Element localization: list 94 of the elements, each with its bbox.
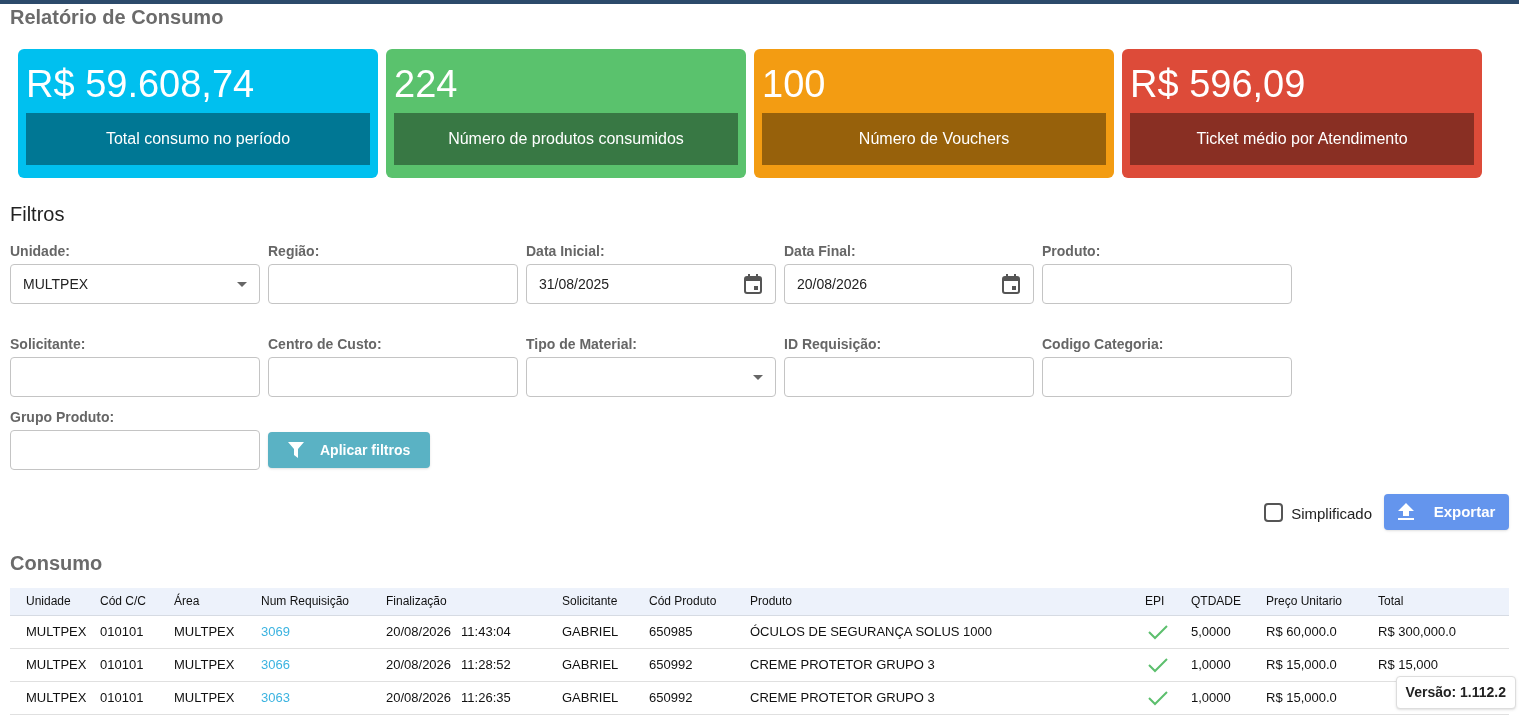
field-label: Centro de Custo: xyxy=(268,335,383,354)
dropdown[interactable]: MULTPEX xyxy=(10,264,260,304)
table-cell: MULTPEX xyxy=(174,615,261,648)
table-cell: GABRIEL xyxy=(562,648,649,681)
stat-label: Número de Vouchers xyxy=(762,113,1106,165)
field-label: Região: xyxy=(268,242,321,261)
table-cell: 650992 xyxy=(649,648,750,681)
column-header: Num Requisição xyxy=(261,588,386,615)
caret-icon xyxy=(237,281,247,287)
calendar-icon[interactable] xyxy=(743,273,763,295)
field-label: Tipo de Material: xyxy=(526,335,638,354)
column-header: Finalização xyxy=(386,588,562,615)
column-header: Preço Unitario xyxy=(1266,588,1378,615)
table-cell: 1,0000 xyxy=(1191,648,1266,681)
column-header: Cód Produto xyxy=(649,588,750,615)
table-title: Consumo xyxy=(9,551,104,575)
apply-filters-button[interactable]: Aplicar filtros xyxy=(268,432,431,468)
table-cell: MULTPEX xyxy=(10,681,100,714)
input-field[interactable] xyxy=(10,430,260,470)
date-text: 20/08/2026 xyxy=(386,689,452,705)
field-label: Solicitante: xyxy=(10,335,87,354)
table-cell: MULTPEX xyxy=(174,681,261,714)
calendar-icon[interactable] xyxy=(1001,273,1021,295)
stat-label: Total consumo no período xyxy=(26,113,370,165)
time-text: 11:26:35 xyxy=(461,689,511,705)
time-text: 11:28:52 xyxy=(461,656,511,672)
field-label: Data Final: xyxy=(784,242,857,261)
date-value: 31/08/2025 xyxy=(539,275,610,294)
dropdown[interactable] xyxy=(526,357,776,397)
filters-title: Filtros xyxy=(10,202,66,226)
input-field[interactable] xyxy=(1042,264,1292,304)
upload-icon xyxy=(1397,503,1414,521)
table-cell: MULTPEX xyxy=(10,648,100,681)
field-label: Data Inicial: xyxy=(526,242,606,261)
column-header: Área xyxy=(174,588,261,615)
table-cell: 1,0000 xyxy=(1191,681,1266,714)
checkbox[interactable] xyxy=(1264,502,1284,522)
stat-value: 100 xyxy=(762,63,827,107)
table-cell: GABRIEL xyxy=(562,615,649,648)
table-cell: 010101 xyxy=(100,681,174,714)
input-field[interactable] xyxy=(10,357,260,397)
stat-value: 224 xyxy=(394,63,459,107)
column-header: Cód C/C xyxy=(100,588,174,615)
stat-label: Número de produtos consumidos xyxy=(394,113,738,165)
table-cell: R$ 15,000.0 xyxy=(1266,681,1378,714)
export-button[interactable]: Exportar xyxy=(1384,494,1509,530)
field-label: Grupo Produto: xyxy=(10,408,116,427)
table-cell: 010101 xyxy=(100,615,174,648)
field-label: Unidade: xyxy=(10,242,71,261)
input-field[interactable] xyxy=(1042,357,1292,397)
column-header: EPI xyxy=(1145,588,1191,615)
table-cell: ÓCULOS DE SEGURANÇA SOLUS 1000 xyxy=(750,615,1145,648)
input-field[interactable] xyxy=(784,357,1034,397)
table-cell: R$ 15,000 xyxy=(1378,656,1438,672)
table-cell: 5,0000 xyxy=(1191,615,1266,648)
stat-value: R$ 59.608,74 xyxy=(26,63,256,107)
table-cell: 650992 xyxy=(649,681,750,714)
field-label: Codigo Categoria: xyxy=(1042,335,1165,354)
column-header: Unidade xyxy=(10,588,100,615)
dropdown-value: MULTPEX xyxy=(23,275,89,294)
table-cell: 650985 xyxy=(649,615,750,648)
column-header: Total xyxy=(1378,588,1509,615)
caret-icon xyxy=(753,374,763,380)
table-cell: R$ 15,000.0 xyxy=(1266,648,1378,681)
input-field[interactable] xyxy=(268,357,518,397)
table-cell: GABRIEL xyxy=(562,681,649,714)
date-field[interactable]: 20/08/2026 xyxy=(784,264,1034,304)
date-value: 20/08/2026 xyxy=(797,275,868,294)
table-cell: MULTPEX xyxy=(174,648,261,681)
checkbox-label: Simplificado xyxy=(1291,503,1372,524)
requisition-link[interactable]: 3063 xyxy=(261,689,290,705)
date-text: 20/08/2026 xyxy=(386,623,452,639)
time-text: 11:43:04 xyxy=(461,623,511,639)
date-text: 20/08/2026 xyxy=(386,656,452,672)
input-field[interactable] xyxy=(268,264,518,304)
version-badge: Versão: 1.112.2 xyxy=(1395,676,1516,709)
table-cell: 010101 xyxy=(100,648,174,681)
stat-label: Ticket médio por Atendimento xyxy=(1130,113,1474,165)
requisition-link[interactable]: 3069 xyxy=(261,623,290,639)
column-header: Solicitante xyxy=(562,588,649,615)
filter-icon xyxy=(288,442,304,458)
date-field[interactable]: 31/08/2025 xyxy=(526,264,776,304)
stat-value: R$ 596,09 xyxy=(1130,63,1307,107)
field-label: ID Requisição: xyxy=(784,335,883,354)
table-cell: R$ 60,000.0 xyxy=(1266,615,1378,648)
column-header: QTDADE xyxy=(1191,588,1266,615)
requisition-link[interactable]: 3066 xyxy=(261,656,290,672)
page-title: Relatório de Consumo xyxy=(9,5,225,30)
column-header: Produto xyxy=(750,588,1145,615)
table-cell: MULTPEX xyxy=(10,615,100,648)
table-cell: R$ 300,000.0 xyxy=(1378,623,1457,639)
field-label: Produto: xyxy=(1042,242,1102,261)
table-cell: CREME PROTETOR GRUPO 3 xyxy=(750,681,1145,714)
table-cell: CREME PROTETOR GRUPO 3 xyxy=(750,648,1145,681)
